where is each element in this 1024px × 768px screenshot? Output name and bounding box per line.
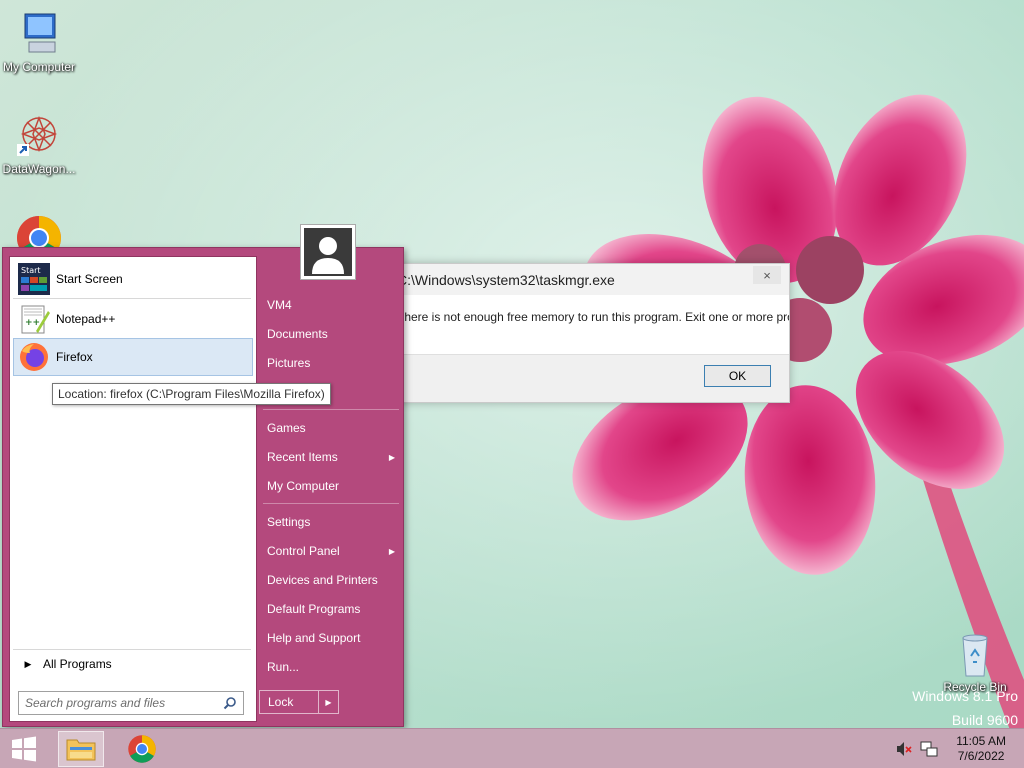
- start-menu-programs-pane: Start Start Screen ++ Notepad++ Firefox …: [9, 256, 257, 722]
- datawagon-icon: [15, 112, 63, 160]
- dialog-message: There is not enough free memory to run t…: [397, 310, 789, 324]
- search-placeholder: Search programs and files: [25, 696, 166, 710]
- place-label: Recent Items: [267, 450, 338, 464]
- place-item-vm4[interactable]: VM4: [265, 292, 401, 318]
- place-item-games[interactable]: Games: [265, 415, 401, 441]
- submenu-arrow-icon: ▶: [388, 546, 395, 556]
- place-item-recent-items[interactable]: Recent Items ▶: [265, 444, 401, 470]
- volume-muted-icon[interactable]: [896, 741, 912, 757]
- error-dialog: C:\Windows\system32\taskmgr.exe × There …: [396, 263, 790, 403]
- program-separator: [13, 649, 251, 650]
- program-label: Start Screen: [56, 272, 123, 286]
- dialog-close-button[interactable]: ×: [753, 266, 781, 284]
- network-icon[interactable]: [920, 740, 938, 758]
- place-label: Pictures: [267, 356, 311, 370]
- place-label: My Computer: [267, 479, 340, 493]
- search-icon[interactable]: [223, 696, 237, 710]
- program-start-screen[interactable]: Start Start Screen: [13, 260, 253, 298]
- place-label: VM4: [267, 298, 292, 312]
- windows-logo-icon: [12, 736, 36, 762]
- place-label: Default Programs: [267, 602, 361, 616]
- triangle-right-icon: ▶: [24, 658, 32, 669]
- power-options-arrow-icon[interactable]: ▶: [318, 691, 338, 713]
- watermark-edition: Windows 8.1 Pro: [912, 688, 1018, 704]
- user-silhouette-icon: [304, 228, 352, 276]
- clock-date: 7/6/2022: [957, 749, 1005, 763]
- user-avatar[interactable]: [300, 224, 356, 280]
- start-menu: Start Start Screen ++ Notepad++ Firefox …: [2, 247, 404, 727]
- submenu-arrow-icon: ▶: [388, 452, 395, 462]
- place-item-pictures[interactable]: Pictures: [265, 350, 401, 376]
- dialog-title-bar[interactable]: C:\Windows\system32\taskmgr.exe: [397, 264, 789, 295]
- place-label: Settings: [267, 515, 311, 529]
- places-separator: [263, 503, 399, 504]
- folder-icon: [66, 739, 96, 761]
- system-clock[interactable]: 11:05 AM 7/6/2022: [956, 734, 1006, 764]
- place-label: Help and Support: [267, 631, 361, 645]
- clock-time: 11:05 AM: [956, 734, 1006, 748]
- place-item-my-computer[interactable]: My Computer: [265, 473, 401, 499]
- all-programs-button[interactable]: ▶ All Programs: [13, 653, 253, 675]
- place-item-settings[interactable]: Settings: [265, 509, 401, 535]
- ok-button[interactable]: OK: [704, 365, 771, 387]
- place-item-documents[interactable]: Documents: [265, 321, 401, 347]
- start-menu-places-pane: VM4 Documents Pictures Games Recent Item…: [259, 248, 405, 728]
- chrome-icon: [128, 735, 156, 763]
- dialog-footer: OK: [397, 354, 789, 402]
- desktop-icon-label: DataWagon...: [2, 162, 76, 176]
- lock-label: Lock: [268, 695, 294, 709]
- lock-button[interactable]: Lock ▶: [259, 690, 339, 714]
- start-button[interactable]: [2, 731, 46, 767]
- start-screen-icon: Start: [18, 263, 50, 295]
- place-item-run[interactable]: Run...: [265, 654, 401, 680]
- taskbar: 11:05 AM 7/6/2022: [0, 728, 1024, 768]
- program-firefox[interactable]: Firefox: [13, 338, 253, 376]
- program-label: Firefox: [56, 350, 93, 364]
- place-label: Documents: [267, 327, 328, 341]
- place-label: Devices and Printers: [267, 573, 378, 587]
- place-item-default-programs[interactable]: Default Programs: [265, 596, 401, 622]
- place-item-help-support[interactable]: Help and Support: [265, 625, 401, 651]
- recycle-bin-icon: [951, 630, 999, 678]
- places-separator: [263, 409, 399, 410]
- desktop-icon-datawagon[interactable]: DataWagon...: [0, 112, 78, 176]
- place-item-devices-printers[interactable]: Devices and Printers: [265, 567, 401, 593]
- search-input[interactable]: Search programs and files: [18, 691, 244, 715]
- svg-text:++: ++: [25, 318, 40, 328]
- desktop-icon-label: My Computer: [2, 60, 76, 74]
- place-label: Control Panel: [267, 544, 340, 558]
- taskbar-chrome[interactable]: [120, 731, 164, 767]
- firefox-icon: [18, 341, 50, 373]
- notepadpp-icon: ++: [18, 303, 50, 335]
- dialog-title: C:\Windows\system32\taskmgr.exe: [397, 271, 615, 288]
- computer-icon: [15, 10, 63, 58]
- taskbar-file-explorer[interactable]: [58, 731, 104, 767]
- all-programs-label: All Programs: [43, 657, 112, 671]
- program-separator: [13, 298, 251, 299]
- place-label: Games: [267, 421, 306, 435]
- program-location-tooltip: Location: firefox (C:\Program Files\Mozi…: [52, 383, 331, 405]
- windows-watermark: Windows 8.1 Pro Build 9600: [912, 684, 1018, 732]
- place-label: Run...: [267, 660, 300, 674]
- svg-text:Start: Start: [21, 266, 41, 275]
- place-item-control-panel[interactable]: Control Panel ▶: [265, 538, 401, 564]
- program-label: Notepad++: [56, 312, 116, 326]
- program-notepadpp[interactable]: ++ Notepad++: [13, 300, 253, 338]
- desktop-icon-my-computer[interactable]: My Computer: [0, 10, 78, 74]
